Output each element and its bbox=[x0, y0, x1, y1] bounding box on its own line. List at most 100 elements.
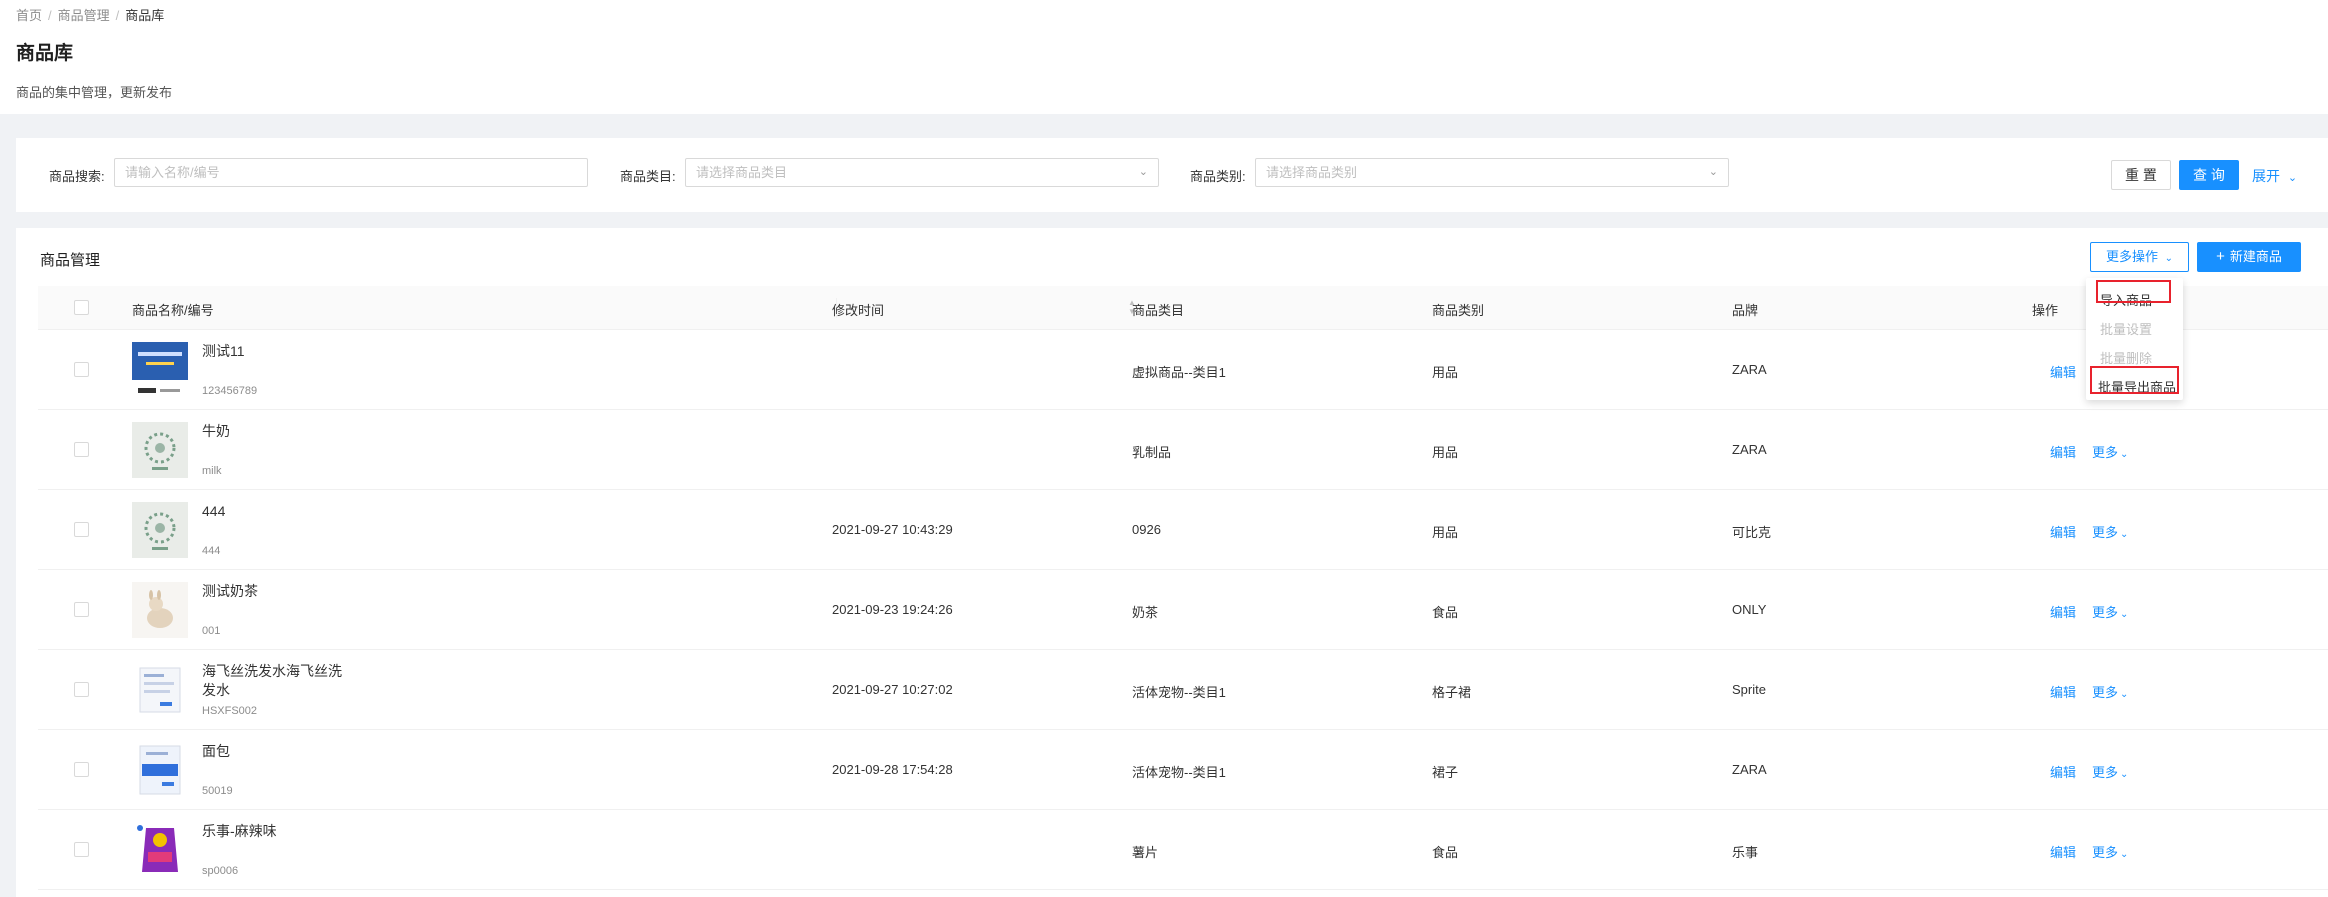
product-brand: 乐事 bbox=[1732, 845, 1759, 860]
edit-link[interactable]: 编辑 bbox=[2050, 362, 2076, 381]
chevron-down-icon: ⌄ bbox=[2120, 689, 2129, 700]
select-all-checkbox[interactable] bbox=[74, 300, 89, 315]
more-label: 更多 bbox=[2092, 525, 2119, 540]
product-name[interactable]: 乐事-麻辣味 bbox=[202, 822, 352, 841]
product-code: HSXFS002 bbox=[202, 705, 258, 717]
product-name[interactable]: 海飞丝洗发水海飞丝洗发水 bbox=[202, 662, 352, 700]
edit-link[interactable]: 编辑 bbox=[2050, 602, 2076, 621]
product-brand: 可比克 bbox=[1732, 525, 1772, 540]
header-name: 商品名称/编号 bbox=[132, 303, 214, 318]
product-code: 001 bbox=[202, 625, 221, 637]
row-checkbox[interactable] bbox=[74, 682, 89, 697]
breadcrumb-home[interactable]: 首页 bbox=[16, 8, 42, 23]
more-link[interactable]: 更多⌄ bbox=[2092, 762, 2128, 781]
more-link[interactable]: 更多⌄ bbox=[2092, 682, 2128, 701]
product-code: milk bbox=[202, 465, 222, 477]
table-title: 商品管理 bbox=[40, 252, 101, 269]
more-label: 更多 bbox=[2092, 685, 2119, 700]
product-thumbnail bbox=[132, 342, 188, 398]
highlight-box bbox=[2090, 366, 2179, 394]
category-placeholder: 请选择商品类目 bbox=[696, 165, 788, 180]
more-link[interactable]: 更多⌄ bbox=[2092, 842, 2128, 861]
plus-icon: + bbox=[2216, 248, 2225, 265]
header-time[interactable]: 修改时间 bbox=[832, 300, 884, 319]
product-type: 食品 bbox=[1432, 845, 1459, 860]
search-input[interactable]: 请输入名称/编号 bbox=[114, 158, 588, 187]
edit-link[interactable]: 编辑 bbox=[2050, 522, 2076, 541]
header-type: 商品类别 bbox=[1432, 303, 1485, 318]
breadcrumb-parent[interactable]: 商品管理 bbox=[58, 8, 110, 23]
header-ops: 操作 bbox=[2032, 303, 2059, 318]
query-button[interactable]: 查 询 bbox=[2179, 160, 2239, 190]
filter-card: 商品搜索: 请输入名称/编号 商品类目: 请选择商品类目 ⌄ 商品类别: 请选择… bbox=[16, 138, 2328, 212]
row-checkbox[interactable] bbox=[74, 522, 89, 537]
search-label: 商品搜索: bbox=[49, 169, 105, 184]
product-brand: Sprite bbox=[1732, 682, 1766, 697]
chevron-down-icon: ⌄ bbox=[2120, 769, 2129, 780]
breadcrumb-current: 商品库 bbox=[125, 8, 165, 23]
product-name[interactable]: 面包 bbox=[202, 742, 352, 761]
product-thumbnail bbox=[132, 742, 188, 798]
product-code: 444 bbox=[202, 545, 221, 557]
product-brand: ZARA bbox=[1732, 442, 1767, 457]
breadcrumb: 首页 / 商品管理 / 商品库 bbox=[16, 5, 164, 24]
product-code: 50019 bbox=[202, 785, 233, 797]
more-link[interactable]: 更多⌄ bbox=[2092, 442, 2128, 461]
row-checkbox[interactable] bbox=[74, 442, 89, 457]
table-header: 商品名称/编号 修改时间 ▲ ▼ 商品类目 商品类别 品牌 操作 bbox=[38, 286, 2328, 330]
modified-time: 2021-09-23 19:24:26 bbox=[832, 602, 953, 617]
more-operations-label: 更多操作 bbox=[2105, 249, 2158, 264]
chevron-down-icon: ⌄ bbox=[2164, 253, 2174, 264]
product-category: 奶茶 bbox=[1132, 605, 1159, 620]
category-select[interactable]: 请选择商品类目 ⌄ bbox=[685, 158, 1159, 187]
product-type: 格子裙 bbox=[1432, 685, 1472, 700]
product-category: 活体宠物--类目1 bbox=[1132, 685, 1226, 700]
product-code: 123456789 bbox=[202, 385, 258, 397]
type-select[interactable]: 请选择商品类别 ⌄ bbox=[1255, 158, 1729, 187]
edit-link[interactable]: 编辑 bbox=[2050, 442, 2076, 461]
modified-time: 2021-09-27 10:27:02 bbox=[832, 682, 953, 697]
table-row: 牛奶 milk 乳制品 用品 ZARA 编辑 更多 ⌄ bbox=[38, 410, 2328, 490]
more-label: 更多 bbox=[2092, 605, 2119, 620]
header-category: 商品类目 bbox=[1132, 303, 1185, 318]
type-placeholder: 请选择商品类别 bbox=[1266, 165, 1358, 180]
page-header: 首页 / 商品管理 / 商品库 商品库 商品的集中管理，更新发布 bbox=[0, 0, 2328, 114]
product-table-card: 商品管理 更多操作 ⌄ + 新建商品 商品名称/编号 修改时间 ▲ ▼ 商品类目 商… bbox=[16, 228, 2328, 897]
product-name[interactable]: 测试奶茶 bbox=[202, 582, 352, 601]
more-label: 更多 bbox=[2092, 765, 2119, 780]
product-code: sp0006 bbox=[202, 865, 239, 877]
highlight-box bbox=[2096, 280, 2171, 303]
row-checkbox[interactable] bbox=[74, 362, 89, 377]
product-name[interactable]: 444 bbox=[202, 502, 352, 521]
table-row: 测试奶茶 001 2021-09-23 19:24:26 奶茶 食品 ONLY … bbox=[38, 570, 2328, 650]
more-link[interactable]: 更多⌄ bbox=[2092, 522, 2128, 541]
product-thumbnail bbox=[132, 502, 188, 558]
row-checkbox[interactable] bbox=[74, 762, 89, 777]
page-title: 商品库 bbox=[16, 43, 74, 64]
more-link[interactable]: 更多⌄ bbox=[2092, 602, 2128, 621]
chevron-down-icon: ⌄ bbox=[2120, 609, 2129, 620]
table-row: 444 444 2021-09-27 10:43:29 0926 用品 可比克 … bbox=[38, 490, 2328, 570]
edit-link[interactable]: 编辑 bbox=[2050, 842, 2076, 861]
product-brand: ZARA bbox=[1732, 362, 1767, 377]
more-operations-button[interactable]: 更多操作 ⌄ bbox=[2090, 242, 2189, 272]
batch-settings-item: 批量设置 bbox=[2100, 322, 2153, 337]
row-checkbox[interactable] bbox=[74, 842, 89, 857]
edit-link[interactable]: 编辑 bbox=[2050, 762, 2076, 781]
type-label: 商品类别: bbox=[1190, 169, 1246, 184]
more-label: 更多 bbox=[2092, 845, 2119, 860]
product-name[interactable]: 牛奶 bbox=[202, 422, 352, 441]
new-product-label: 新建商品 bbox=[2229, 249, 2282, 264]
reset-button[interactable]: 重 置 bbox=[2111, 160, 2171, 190]
product-name[interactable]: 测试11 bbox=[202, 342, 352, 361]
more-label: 更多 bbox=[2092, 445, 2119, 460]
page-description: 商品的集中管理，更新发布 bbox=[16, 85, 173, 100]
product-brand: ZARA bbox=[1732, 762, 1767, 777]
edit-link[interactable]: 编辑 bbox=[2050, 682, 2076, 701]
row-checkbox[interactable] bbox=[74, 602, 89, 617]
product-category: 0926 bbox=[1132, 522, 1161, 537]
expand-toggle[interactable]: 展开 ⌄ bbox=[2252, 166, 2297, 186]
table-row: 乐事-麻辣味 sp0006 薯片 食品 乐事 编辑 更多 ⌄ bbox=[38, 810, 2328, 890]
product-thumbnail bbox=[132, 422, 188, 478]
new-product-button[interactable]: + 新建商品 bbox=[2197, 242, 2301, 272]
